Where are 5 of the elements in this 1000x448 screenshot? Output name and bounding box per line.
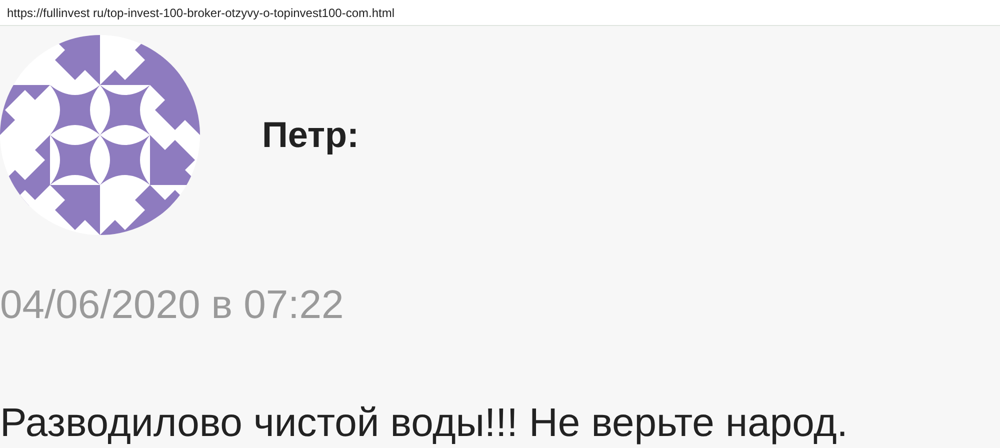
address-bar[interactable]: https://fullinvest ru/top-invest-100-broker-otzyvy-o-topinvest100-com.html [0, 0, 1000, 26]
url-text: https://fullinvest ru/top-invest-100-broker-otzyvy-o-topinvest100-com.html [7, 4, 394, 22]
comment-text: Разводилово чистой воды!!! Не верьте народ. [0, 401, 849, 445]
author-name: Петр: [262, 113, 360, 157]
comment-date: 04/06/2020 в 07:22 [0, 282, 345, 329]
